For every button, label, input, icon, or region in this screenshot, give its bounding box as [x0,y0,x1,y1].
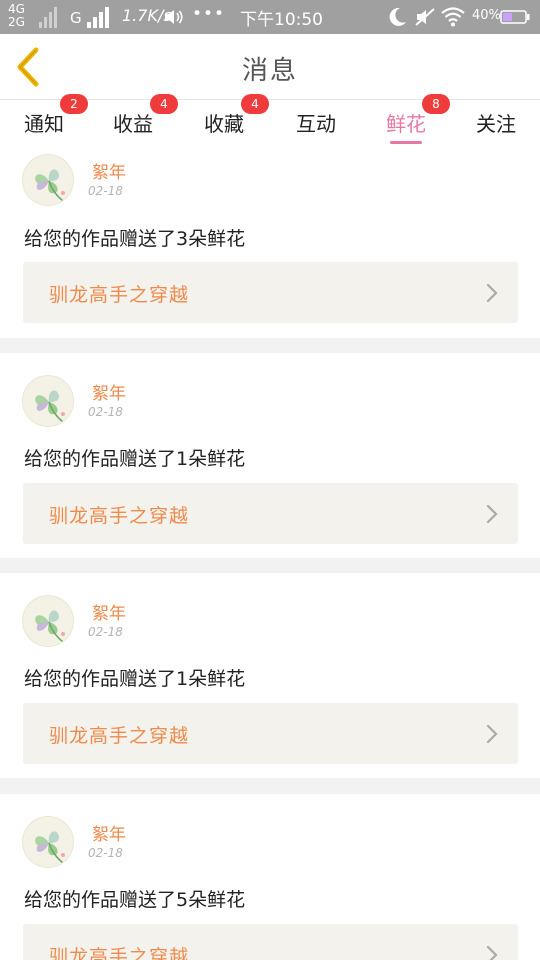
work-title: 驯龙高手之穿越 [49,725,190,747]
chevron-right-icon [486,283,498,303]
volume-icon [165,10,183,24]
chevron-right-icon [486,724,498,744]
message-card: 絮年 02-18 给您的作品赠送了5朵鲜花 驯龙高手之穿越 [0,794,540,960]
message-card: 絮年 02-18 给您的作品赠送了1朵鲜花 驯龙高手之穿越 [0,353,540,558]
avatar[interactable] [22,375,74,427]
message-date: 02-18 [88,405,123,419]
work-title: 驯龙高手之穿越 [49,284,190,306]
username[interactable]: 絮年 [92,379,126,404]
battery-percent: 40% [472,8,501,23]
more-notifications-icon: ••• [192,4,226,24]
avatar[interactable] [22,154,74,206]
mute-icon [415,8,435,26]
clover-avatar-icon [35,610,65,643]
message-text: 给您的作品赠送了3朵鲜花 [24,228,246,250]
message-date: 02-18 [88,625,123,639]
message-date: 02-18 [88,184,123,198]
tab-label: 收益 [113,112,153,136]
chevron-right-icon [486,945,498,960]
message-text: 给您的作品赠送了5朵鲜花 [24,889,246,911]
network-2g-label: 2G [8,15,25,29]
clock: 下午10:50 [240,10,323,30]
signal-icon [87,7,109,28]
work-link[interactable]: 驯龙高手之穿越 [23,262,518,323]
work-link[interactable]: 驯龙高手之穿越 [23,924,518,960]
tab-earnings[interactable]: 收益 4 [113,94,178,146]
page-title: 消息 [241,56,298,86]
work-link[interactable]: 驯龙高手之穿越 [23,483,518,544]
message-date: 02-18 [88,846,123,860]
tab-label: 鲜花 [386,112,426,136]
unread-badge: 8 [422,94,450,114]
tab-notifications[interactable]: 通知 2 [24,94,88,146]
battery-icon [500,10,530,24]
message-card: 絮年 02-18 给您的作品赠送了3朵鲜花 驯龙高手之穿越 [0,146,540,338]
work-title: 驯龙高手之穿越 [49,946,190,960]
clover-avatar-icon [35,169,65,202]
wifi-icon [441,7,465,27]
username[interactable]: 絮年 [92,820,126,845]
signal-icon [39,7,57,28]
unread-badge: 2 [60,94,88,114]
username[interactable]: 絮年 [92,158,126,183]
username[interactable]: 絮年 [92,599,126,624]
header: 消息 [0,34,540,100]
tab-label: 收藏 [204,112,244,136]
tab-label: 通知 [24,112,64,136]
tab-interactions[interactable]: 互动 [296,108,336,146]
tab-bar: 通知 2 收益 4 收藏 4 互动 鲜花 8 关注 [0,94,540,146]
tab-following[interactable]: 关注 [476,108,516,146]
message-text: 给您的作品赠送了1朵鲜花 [24,668,246,690]
tab-label: 关注 [476,112,516,136]
work-link[interactable]: 驯龙高手之穿越 [23,703,518,764]
avatar[interactable] [22,595,74,647]
tab-flowers[interactable]: 鲜花 8 [386,94,450,146]
work-title: 驯龙高手之穿越 [49,505,190,527]
clover-avatar-icon [35,831,65,864]
carrier-g-label: G [70,9,82,27]
unread-badge: 4 [150,94,178,114]
avatar[interactable] [22,816,74,868]
chevron-right-icon [486,504,498,524]
unread-badge: 4 [241,94,269,114]
message-text: 给您的作品赠送了1朵鲜花 [24,448,246,470]
moon-icon [389,7,406,26]
network-type: 4G 2G [8,3,36,29]
tab-favorites[interactable]: 收藏 4 [204,94,269,146]
message-card: 絮年 02-18 给您的作品赠送了1朵鲜花 驯龙高手之穿越 [0,573,540,778]
active-tab-indicator [390,141,422,144]
status-bar: 4G 2G G 1.7K/s ••• 下午10:50 40% [0,0,540,34]
clover-avatar-icon [35,390,65,423]
tab-label: 互动 [296,112,336,136]
